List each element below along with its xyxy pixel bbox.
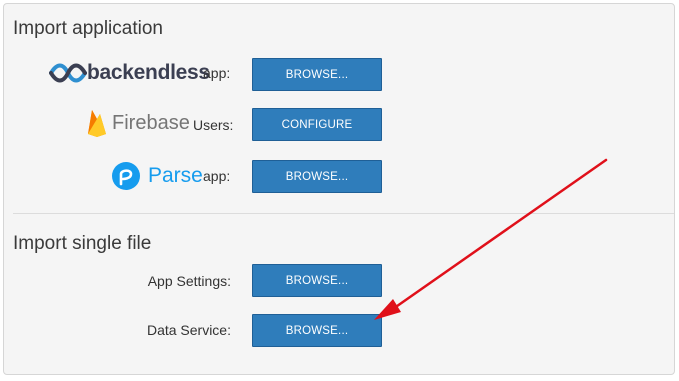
import-panel: Import application backendless app: BROW… bbox=[3, 3, 675, 375]
firebase-suffix-label: Users: bbox=[193, 117, 234, 133]
import-application-title: Import application bbox=[13, 18, 163, 39]
firebase-logo-text: Firebase bbox=[112, 111, 190, 134]
parse-logo-icon bbox=[112, 162, 140, 190]
backendless-logo-icon bbox=[49, 63, 87, 83]
section-divider bbox=[13, 213, 674, 214]
backendless-suffix-label: app: bbox=[203, 65, 231, 81]
backendless-logo: backendless bbox=[49, 61, 210, 85]
app-settings-browse-button[interactable]: BROWSE... bbox=[252, 264, 382, 297]
firebase-flame-icon bbox=[88, 110, 106, 137]
backendless-logo-text: backendless bbox=[87, 61, 210, 84]
parse-logo: Parse bbox=[111, 161, 203, 191]
firebase-configure-button[interactable]: CONFIGURE bbox=[252, 108, 382, 141]
data-service-label: Data Service: bbox=[146, 322, 231, 338]
backendless-browse-button[interactable]: BROWSE... bbox=[252, 58, 382, 91]
app-settings-label: App Settings: bbox=[147, 273, 231, 289]
parse-logo-text: Parse bbox=[148, 164, 203, 187]
data-service-browse-button[interactable]: BROWSE... bbox=[252, 314, 382, 347]
firebase-logo: Firebase bbox=[86, 108, 190, 138]
parse-browse-button[interactable]: BROWSE... bbox=[252, 160, 382, 193]
import-single-file-title: Import single file bbox=[13, 233, 152, 254]
parse-suffix-label: app: bbox=[203, 168, 231, 184]
